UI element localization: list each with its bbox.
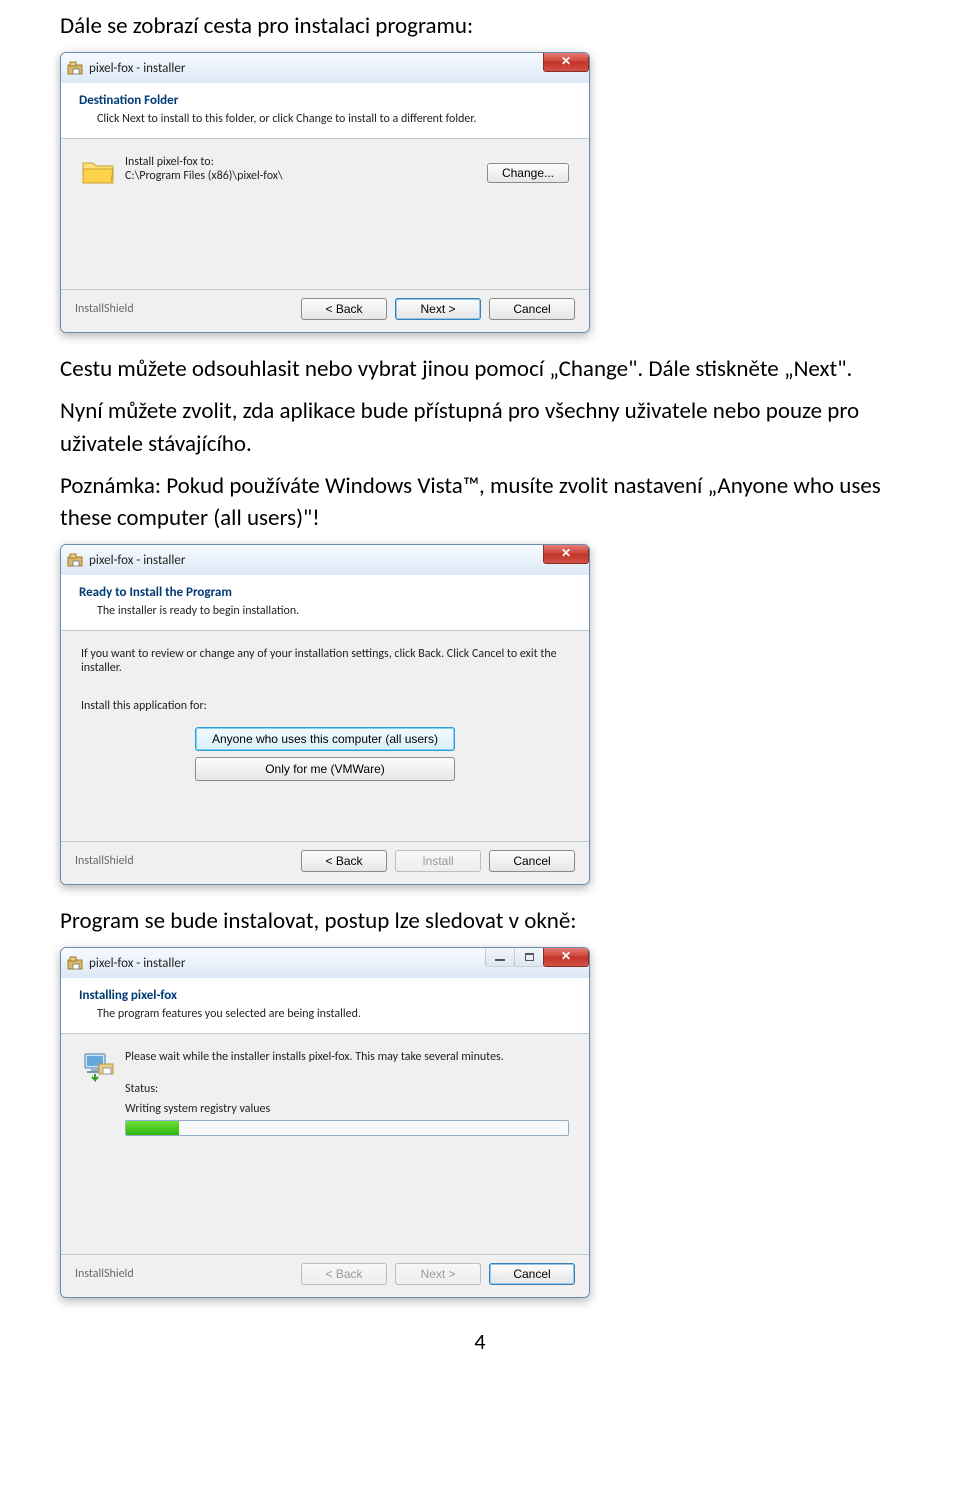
doc-para-4: Program se bude instalovat, postup lze s… [60, 905, 900, 937]
install-button[interactable]: Install [395, 850, 481, 872]
install-for-label: Install this application for: [81, 699, 569, 713]
doc-para-3: Poznámka: Pokud používáte Windows Vista™… [60, 470, 900, 534]
close-button[interactable]: ✕ [543, 52, 589, 72]
option-all-users[interactable]: Anyone who uses this computer (all users… [195, 727, 455, 751]
cancel-button[interactable]: Cancel [489, 1263, 575, 1285]
dialog-banner: Ready to Install the Program The install… [61, 575, 589, 631]
install-path: C:\Program Files (x86)\pixel-fox\ [125, 169, 487, 183]
doc-intro: Dále se zobrazí cesta pro instalaci prog… [60, 10, 900, 42]
next-button[interactable]: Next > [395, 298, 481, 320]
installer-dialog-destination: pixel-fox - installer ✕ Destination Fold… [60, 52, 590, 333]
banner-subtext: The installer is ready to begin installa… [97, 604, 571, 618]
dialog-banner: Installing pixel-fox The program feature… [61, 978, 589, 1034]
installer-dialog-ready: pixel-fox - installer ✕ Ready to Install… [60, 544, 590, 885]
installer-app-icon [67, 60, 83, 76]
banner-subtext: Click Next to install to this folder, or… [97, 112, 571, 126]
installer-app-icon [67, 955, 83, 971]
option-only-me[interactable]: Only for me (VMWare) [195, 757, 455, 781]
close-button[interactable]: ✕ [543, 947, 589, 967]
back-button: < Back [301, 1263, 387, 1285]
computer-install-icon [81, 1050, 115, 1084]
progress-fill [126, 1121, 179, 1135]
page-number: 4 [60, 1328, 900, 1355]
ready-body-text: If you want to review or change any of y… [81, 647, 569, 675]
banner-subtext: The program features you selected are be… [97, 1007, 571, 1021]
cancel-button[interactable]: Cancel [489, 850, 575, 872]
doc-para-1: Cestu můžete odsouhlasit nebo vybrat jin… [60, 353, 900, 385]
minimize-button[interactable] [485, 947, 515, 967]
dialog-banner: Destination Folder Click Next to install… [61, 83, 589, 139]
installer-dialog-installing: pixel-fox - installer ✕ Installing pixel… [60, 947, 590, 1298]
banner-heading: Destination Folder [79, 93, 571, 108]
maximize-button[interactable] [514, 947, 544, 967]
status-label: Status: [125, 1082, 569, 1096]
installshield-brand: InstallShield [75, 854, 134, 868]
cancel-button[interactable]: Cancel [489, 298, 575, 320]
please-wait-text: Please wait while the installer installs… [125, 1050, 569, 1064]
doc-para-2: Nyní můžete zvolit, zda aplikace bude př… [60, 395, 900, 459]
progress-bar [125, 1120, 569, 1136]
titlebar: pixel-fox - installer ✕ [61, 53, 589, 83]
folder-icon [81, 157, 115, 185]
window-title: pixel-fox - installer [89, 61, 185, 76]
install-to-label: Install pixel-fox to: [125, 155, 487, 169]
change-button[interactable]: Change... [487, 163, 569, 183]
status-text: Writing system registry values [125, 1102, 569, 1116]
back-button[interactable]: < Back [301, 298, 387, 320]
installshield-brand: InstallShield [75, 1267, 134, 1281]
banner-heading: Installing pixel-fox [79, 988, 571, 1003]
titlebar: pixel-fox - installer ✕ [61, 545, 589, 575]
window-title: pixel-fox - installer [89, 956, 185, 971]
next-button: Next > [395, 1263, 481, 1285]
banner-heading: Ready to Install the Program [79, 585, 571, 600]
installer-app-icon [67, 552, 83, 568]
titlebar: pixel-fox - installer ✕ [61, 948, 589, 978]
close-button[interactable]: ✕ [543, 544, 589, 564]
installshield-brand: InstallShield [75, 302, 134, 316]
back-button[interactable]: < Back [301, 850, 387, 872]
window-title: pixel-fox - installer [89, 553, 185, 568]
